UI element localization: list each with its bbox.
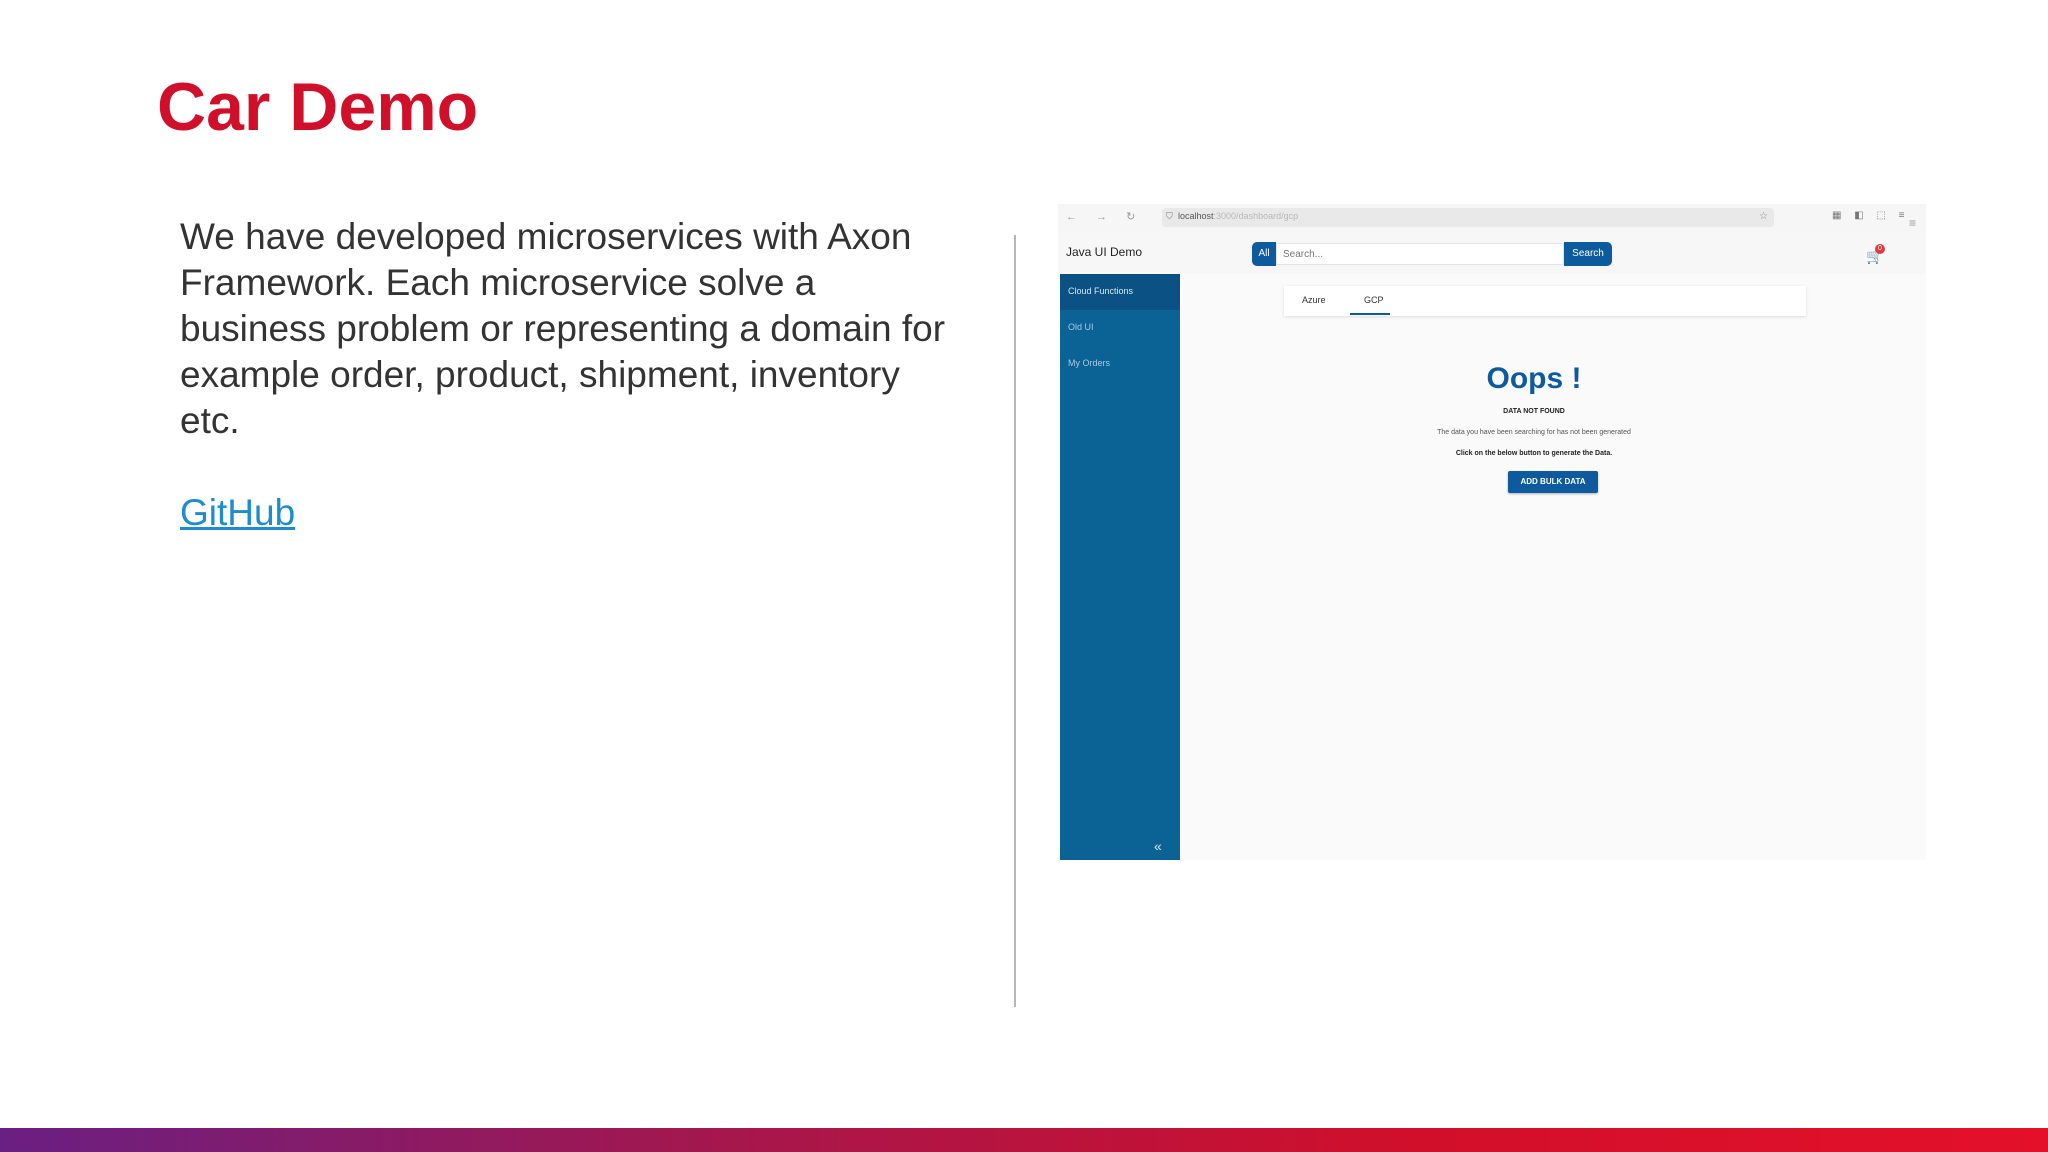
github-link[interactable]: GitHub	[180, 492, 295, 534]
tab-gcp[interactable]: GCP	[1364, 295, 1384, 305]
empty-state-description: The data you have been searching for has…	[1437, 429, 1631, 436]
tab-azure[interactable]: Azure	[1302, 295, 1326, 305]
address-bar[interactable]: ⛉ localhost:3000/dashboard/gcp ☆	[1162, 208, 1774, 227]
sidebar: Cloud Functions Old UI My Orders «	[1060, 274, 1180, 860]
browser-extension-icons[interactable]: ▦ ◧ ⬚ ≡	[1832, 210, 1910, 221]
url-text: localhost:3000/dashboard/gcp	[1178, 211, 1299, 221]
cloud-tabs: Azure GCP	[1284, 286, 1806, 316]
browser-nav-icons[interactable]: ← → ↻	[1066, 210, 1143, 223]
vertical-divider	[1014, 235, 1016, 1007]
bookmark-star-icon[interactable]: ☆	[1759, 211, 1768, 222]
sidebar-item-cloud-functions[interactable]: Cloud Functions	[1060, 274, 1180, 310]
lock-icon: ⛉	[1166, 211, 1173, 221]
search-button[interactable]: Search	[1564, 242, 1612, 266]
browser-toolbar: ← → ↻ ⛉ localhost:3000/dashboard/gcp ☆ ▦…	[1058, 204, 1926, 232]
app-screenshot: ← → ↻ ⛉ localhost:3000/dashboard/gcp ☆ ▦…	[1058, 204, 1926, 860]
footer-gradient-bar	[0, 1128, 2048, 1152]
app-brand[interactable]: Java UI Demo	[1066, 245, 1142, 259]
empty-state-instruction: Click on the below button to generate th…	[1455, 450, 1613, 457]
sidebar-item-my-orders[interactable]: My Orders	[1060, 346, 1180, 382]
empty-state-title: Oops !	[1486, 362, 1582, 395]
sidebar-item-old-ui[interactable]: Old UI	[1060, 310, 1180, 346]
browser-menu-icon[interactable]: ≡	[1909, 216, 1916, 230]
add-bulk-data-button[interactable]: ADD BULK DATA	[1508, 471, 1598, 493]
collapse-sidebar-icon[interactable]: «	[1154, 838, 1162, 854]
slide-body-text: We have developed microservices with Axo…	[180, 216, 946, 441]
empty-state-subtitle: DATA NOT FOUND	[1503, 408, 1565, 415]
cart-count-badge: 0	[1875, 244, 1885, 254]
search-category-select[interactable]: All	[1252, 242, 1276, 266]
active-tab-indicator	[1350, 313, 1390, 315]
slide-title: Car Demo	[157, 69, 479, 145]
search-input[interactable]	[1276, 243, 1564, 265]
app-header: Java UI Demo All Search 🛒 0	[1058, 232, 1926, 274]
